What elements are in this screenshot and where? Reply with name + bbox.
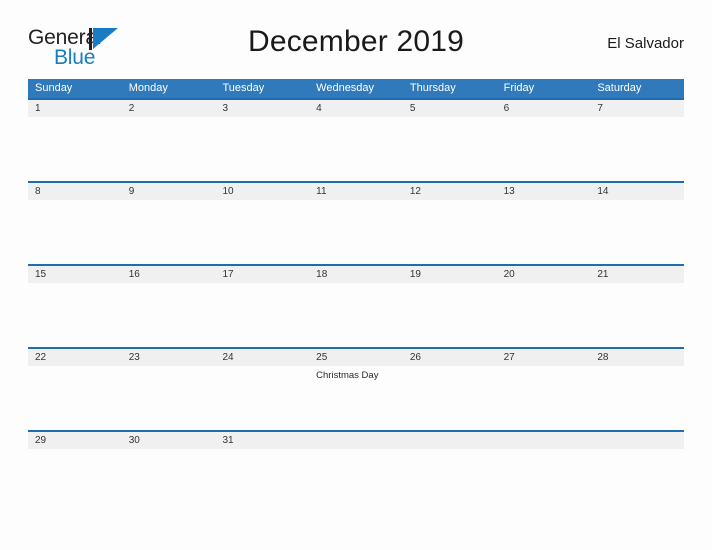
day-event xyxy=(122,200,216,264)
day-event xyxy=(497,366,591,430)
day-event xyxy=(28,117,122,181)
day-event xyxy=(590,283,684,347)
day-number[interactable]: 22 xyxy=(28,349,122,366)
day-number[interactable]: 20 xyxy=(497,266,591,283)
day-event xyxy=(590,117,684,181)
day-number[interactable]: 26 xyxy=(403,349,497,366)
day-number[interactable]: 1 xyxy=(28,100,122,117)
week-event-strip: Christmas Day xyxy=(28,366,684,430)
day-event xyxy=(590,200,684,264)
week-date-strip: 29 30 31 xyxy=(28,432,684,449)
day-number[interactable]: 25 xyxy=(309,349,403,366)
day-number-empty xyxy=(590,432,684,449)
day-event xyxy=(403,449,497,464)
day-event xyxy=(215,117,309,181)
day-event xyxy=(28,366,122,430)
calendar-week-row: 15 16 17 18 19 20 21 xyxy=(28,264,684,347)
day-event xyxy=(497,283,591,347)
day-number-empty xyxy=(403,432,497,449)
day-number[interactable]: 21 xyxy=(590,266,684,283)
day-number[interactable]: 6 xyxy=(497,100,591,117)
weekday-header-row: Sunday Monday Tuesday Wednesday Thursday… xyxy=(28,79,684,98)
day-event xyxy=(122,117,216,181)
week-event-strip xyxy=(28,449,684,464)
day-event xyxy=(403,366,497,430)
day-event xyxy=(309,200,403,264)
day-event xyxy=(590,366,684,430)
week-date-strip: 15 16 17 18 19 20 21 xyxy=(28,266,684,283)
day-event xyxy=(28,283,122,347)
day-number[interactable]: 31 xyxy=(215,432,309,449)
weekday-header-tuesday: Tuesday xyxy=(222,82,265,94)
day-event xyxy=(590,449,684,464)
day-number[interactable]: 7 xyxy=(590,100,684,117)
day-number-empty xyxy=(497,432,591,449)
week-date-strip: 1 2 3 4 5 6 7 xyxy=(28,100,684,117)
page-title: December 2019 xyxy=(247,25,465,58)
weekday-header-sunday: Sunday xyxy=(35,82,73,94)
day-number[interactable]: 13 xyxy=(497,183,591,200)
day-event xyxy=(309,449,403,464)
day-event xyxy=(309,283,403,347)
day-number[interactable]: 30 xyxy=(122,432,216,449)
day-number[interactable]: 4 xyxy=(309,100,403,117)
day-number[interactable]: 5 xyxy=(403,100,497,117)
day-event-christmas: Christmas Day xyxy=(316,370,379,381)
day-number[interactable]: 12 xyxy=(403,183,497,200)
weekday-header-saturday: Saturday xyxy=(597,82,642,94)
day-number[interactable]: 24 xyxy=(215,349,309,366)
day-event xyxy=(497,200,591,264)
day-number[interactable]: 28 xyxy=(590,349,684,366)
calendar-week-row: 29 30 31 xyxy=(28,430,684,464)
weekday-header-wednesday: Wednesday xyxy=(316,82,375,94)
day-number[interactable]: 9 xyxy=(122,183,216,200)
day-event xyxy=(215,366,309,430)
week-date-strip: 22 23 24 25 26 27 28 xyxy=(28,349,684,366)
calendar-grid: Sunday Monday Tuesday Wednesday Thursday… xyxy=(28,79,684,464)
calendar-page: General Blue December 2019 El Salvador S… xyxy=(0,0,712,550)
day-event xyxy=(28,449,122,464)
day-event xyxy=(309,117,403,181)
day-number[interactable]: 11 xyxy=(309,183,403,200)
calendar-week-row: 1 2 3 4 5 6 7 xyxy=(28,98,684,181)
day-event xyxy=(28,200,122,264)
day-event xyxy=(403,283,497,347)
day-number[interactable]: 17 xyxy=(215,266,309,283)
week-event-strip xyxy=(28,117,684,181)
weekday-header-friday: Friday xyxy=(503,82,535,94)
day-event xyxy=(403,200,497,264)
day-number[interactable]: 18 xyxy=(309,266,403,283)
week-event-strip xyxy=(28,200,684,264)
day-number[interactable]: 10 xyxy=(215,183,309,200)
day-event xyxy=(497,117,591,181)
region-label: El Salvador xyxy=(607,35,684,52)
day-number-empty xyxy=(309,432,403,449)
day-number[interactable]: 29 xyxy=(28,432,122,449)
day-event xyxy=(122,283,216,347)
day-event xyxy=(403,117,497,181)
calendar-week-row: 22 23 24 25 26 27 28 Christmas Day xyxy=(28,347,684,430)
calendar-week-row: 8 9 10 11 12 13 14 xyxy=(28,181,684,264)
day-number[interactable]: 23 xyxy=(122,349,216,366)
week-event-strip xyxy=(28,283,684,347)
weekday-header-monday: Monday xyxy=(128,82,168,94)
weekday-header-thursday: Thursday xyxy=(409,82,456,94)
day-number[interactable]: 27 xyxy=(497,349,591,366)
day-number[interactable]: 19 xyxy=(403,266,497,283)
day-number[interactable]: 8 xyxy=(28,183,122,200)
day-number[interactable]: 14 xyxy=(590,183,684,200)
day-number[interactable]: 2 xyxy=(122,100,216,117)
day-event xyxy=(215,200,309,264)
day-number[interactable]: 3 xyxy=(215,100,309,117)
day-event xyxy=(215,283,309,347)
day-number[interactable]: 16 xyxy=(122,266,216,283)
page-header: General Blue December 2019 El Salvador xyxy=(28,24,684,72)
day-event xyxy=(122,449,216,464)
week-date-strip: 8 9 10 11 12 13 14 xyxy=(28,183,684,200)
day-number[interactable]: 15 xyxy=(28,266,122,283)
day-event xyxy=(497,449,591,464)
day-event xyxy=(215,449,309,464)
day-event xyxy=(122,366,216,430)
